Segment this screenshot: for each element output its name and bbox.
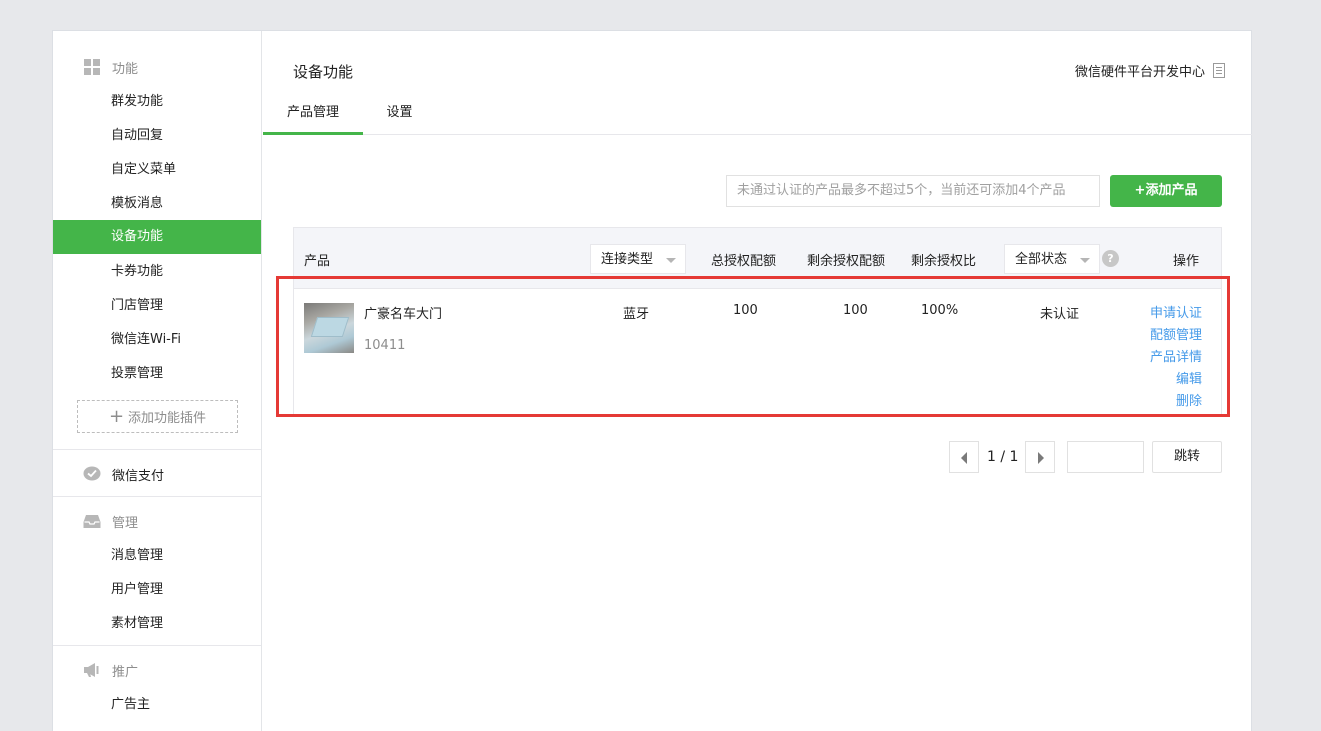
sidebar-item-device-function[interactable]: 设备功能 — [53, 220, 261, 254]
chevron-left-icon — [961, 452, 967, 464]
sidebar-item-card-coupon[interactable]: 卡券功能 — [53, 255, 261, 289]
sidebar-item-store-management[interactable]: 门店管理 — [53, 289, 261, 323]
table-header: 产品 连接类型 总授权配额 剩余授权配额 剩余授权比 全部状态 ? 操作 — [293, 227, 1222, 289]
sidebar-divider — [53, 449, 261, 450]
sidebar-item-mass-send[interactable]: 群发功能 — [53, 85, 261, 119]
total-quota-value: 100 — [733, 303, 758, 318]
dev-center-link[interactable]: 微信硬件平台开发中心 — [1075, 61, 1225, 80]
chevron-down-icon — [666, 258, 676, 263]
column-header-product: 产品 — [304, 254, 331, 269]
chevron-down-icon — [1080, 258, 1090, 263]
sidebar-item-vote-management[interactable]: 投票管理 — [53, 357, 261, 391]
column-header-remaining-quota: 剩余授权配额 — [807, 254, 886, 269]
connection-type-label: 连接类型 — [601, 252, 654, 267]
sidebar-group-wechat-pay[interactable]: 微信支付 — [83, 464, 164, 484]
sidebar-item-user-management[interactable]: 用户管理 — [53, 573, 261, 607]
next-page-button[interactable] — [1025, 441, 1055, 473]
remaining-ratio-value: 100% — [921, 303, 959, 318]
inbox-icon — [83, 512, 101, 530]
tab-bar: 产品管理 设置 — [263, 99, 1252, 135]
tab-settings[interactable]: 设置 — [363, 99, 436, 135]
sidebar-group-title: 功能 — [112, 61, 139, 77]
page-title: 设备功能 — [293, 63, 354, 81]
sidebar: 功能 群发功能 自动回复 自定义菜单 模板消息 设备功能 卡券功能 门店管理 微… — [53, 31, 262, 731]
apply-certification-link[interactable]: 申请认证 — [1150, 303, 1202, 325]
product-id: 10411 — [364, 338, 406, 353]
column-header-total-quota: 总授权配额 — [711, 254, 777, 269]
sidebar-divider — [53, 645, 261, 646]
add-product-button[interactable]: +添加产品 — [1110, 175, 1222, 207]
grid-icon — [83, 58, 101, 76]
wechat-pay-icon — [83, 465, 101, 483]
sidebar-item-material-management[interactable]: 素材管理 — [53, 607, 261, 641]
remaining-quota-value: 100 — [843, 303, 868, 318]
chevron-right-icon — [1038, 452, 1044, 464]
connection-type-filter[interactable]: 连接类型 — [590, 244, 686, 274]
status-filter-label: 全部状态 — [1015, 252, 1068, 267]
product-details-link[interactable]: 产品详情 — [1150, 347, 1202, 369]
sidebar-item-custom-menu[interactable]: 自定义菜单 — [53, 153, 261, 187]
sidebar-group-title: 微信支付 — [112, 468, 165, 484]
sidebar-item-auto-reply[interactable]: 自动回复 — [53, 119, 261, 153]
sidebar-item-message-management[interactable]: 消息管理 — [53, 539, 261, 573]
sidebar-divider — [53, 496, 261, 497]
page-number-input[interactable] — [1067, 441, 1144, 473]
connection-type-value: 蓝牙 — [623, 307, 650, 322]
table-row: 广豪名车大门 10411 蓝牙 100 100 100% 未认证 申请认证 配额… — [293, 289, 1222, 415]
pagination: 1 / 1 跳转 — [263, 441, 1252, 473]
megaphone-icon — [83, 661, 101, 679]
product-limit-hint: 未通过认证的产品最多不超过5个，当前还可添加4个产品 — [726, 175, 1100, 207]
sidebar-group-manage: 管理 — [83, 511, 138, 531]
main-content: 设备功能 微信硬件平台开发中心 产品管理 设置 未通过认证的产品最多不超过5个，… — [263, 31, 1252, 731]
status-value: 未认证 — [1040, 307, 1080, 322]
sidebar-group-features: 功能 — [83, 57, 138, 77]
delete-link[interactable]: 删除 — [1150, 391, 1202, 413]
sidebar-item-template-message[interactable]: 模板消息 — [53, 187, 261, 221]
tab-product-management[interactable]: 产品管理 — [263, 99, 363, 135]
sidebar-group-title: 管理 — [112, 515, 139, 531]
add-plugin-label: 添加功能插件 — [128, 411, 207, 426]
quota-management-link[interactable]: 配额管理 — [1150, 325, 1202, 347]
prev-page-button[interactable] — [949, 441, 979, 473]
sidebar-item-advertiser[interactable]: 广告主 — [53, 688, 261, 722]
dev-center-label: 微信硬件平台开发中心 — [1074, 65, 1205, 80]
edit-link[interactable]: 编辑 — [1150, 369, 1202, 391]
plus-icon: + — [108, 405, 125, 427]
sidebar-group-title: 推广 — [112, 664, 139, 680]
add-plugin-button[interactable]: + 添加功能插件 — [77, 400, 238, 433]
row-actions: 申请认证 配额管理 产品详情 编辑 删除 — [1150, 303, 1202, 413]
page-indicator: 1 / 1 — [987, 449, 1019, 465]
sidebar-item-wechat-wifi[interactable]: 微信连Wi-Fi — [53, 323, 261, 357]
column-header-actions: 操作 — [1173, 254, 1200, 269]
product-name: 广豪名车大门 — [364, 307, 443, 322]
product-thumbnail — [304, 303, 354, 353]
document-icon — [1213, 63, 1225, 78]
column-header-remaining-ratio: 剩余授权比 — [911, 254, 977, 269]
status-filter[interactable]: 全部状态 — [1004, 244, 1100, 274]
app-frame: 功能 群发功能 自动回复 自定义菜单 模板消息 设备功能 卡券功能 门店管理 微… — [52, 30, 1252, 731]
jump-button[interactable]: 跳转 — [1152, 441, 1222, 473]
help-icon[interactable]: ? — [1102, 250, 1119, 267]
sidebar-group-promotion: 推广 — [83, 660, 138, 680]
